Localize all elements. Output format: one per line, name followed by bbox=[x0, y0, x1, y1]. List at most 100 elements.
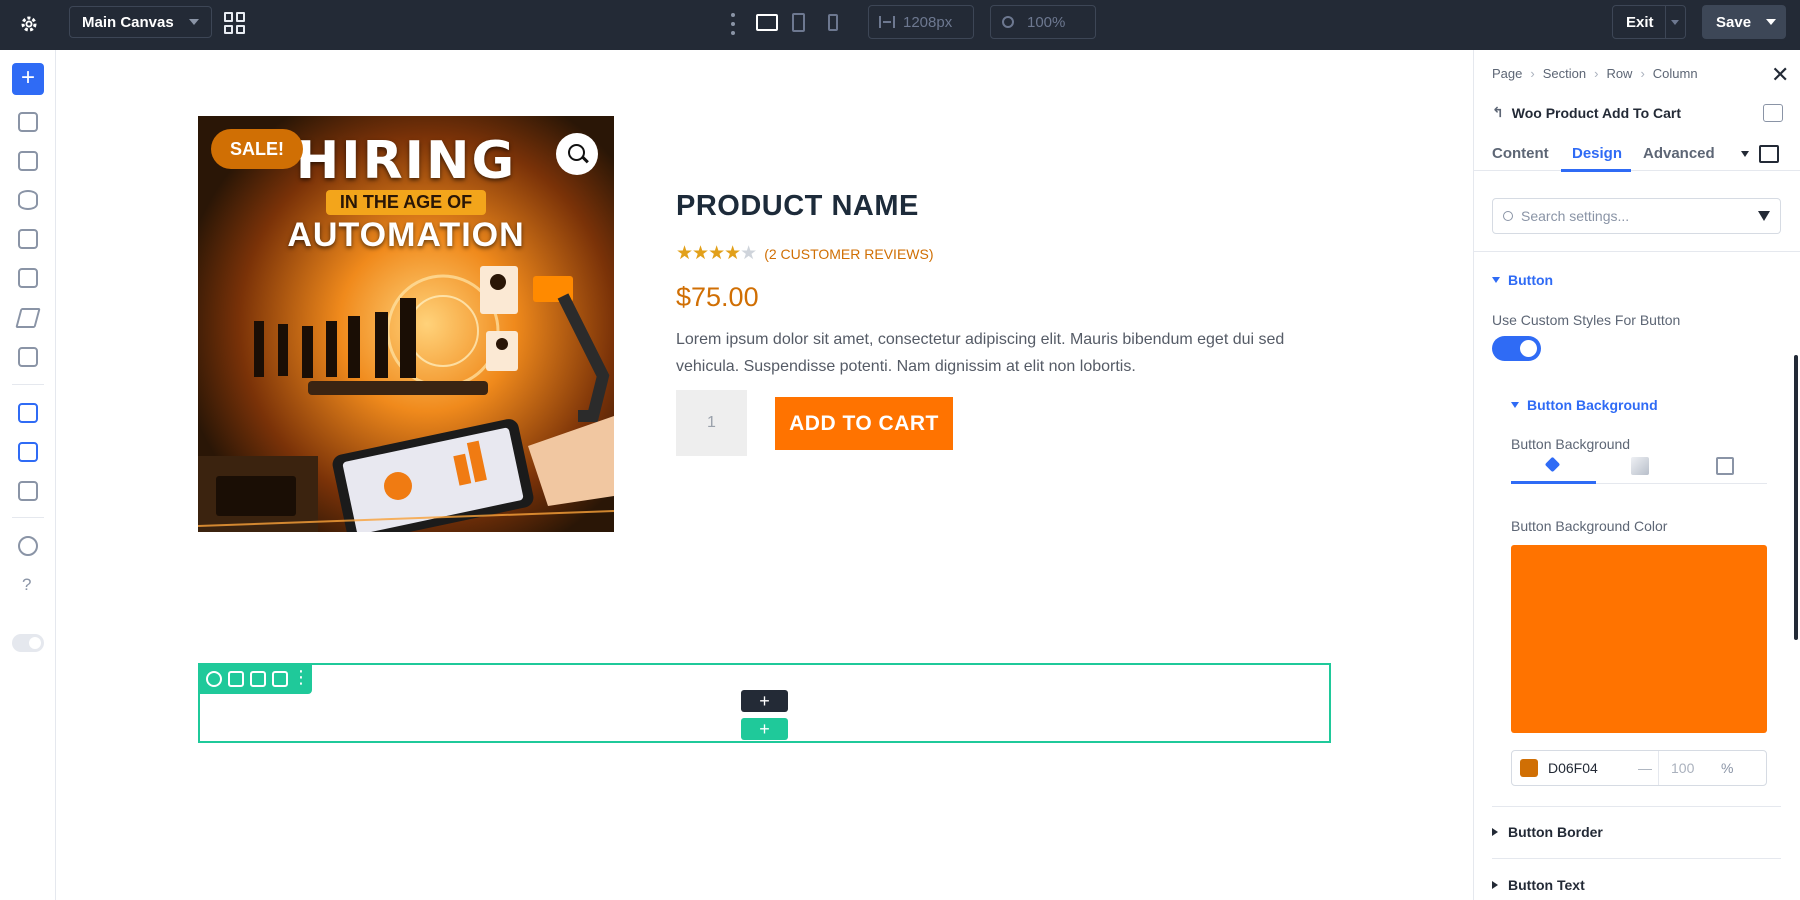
top-toolbar: Main Canvas 1208px 100% Exit Save bbox=[0, 0, 1800, 50]
background-type-tabs bbox=[1511, 452, 1767, 484]
gradient-icon[interactable] bbox=[1631, 457, 1649, 475]
tab-content[interactable]: Content bbox=[1492, 145, 1549, 162]
subgroup-background-label: Button Background bbox=[1527, 397, 1658, 413]
use-custom-styles-toggle[interactable] bbox=[1492, 336, 1541, 361]
chevron-right-icon: › bbox=[1530, 66, 1535, 81]
zoom-icon bbox=[1002, 16, 1014, 28]
product-price: $75.00 bbox=[676, 282, 759, 312]
caret-down-icon bbox=[1511, 402, 1519, 408]
product-image[interactable]: HIRING IN THE AGE OF AUTOMATION SALE! bbox=[198, 116, 614, 532]
chevron-down-icon bbox=[189, 19, 199, 25]
tabs-dropdown-icon[interactable] bbox=[1741, 151, 1749, 157]
width-icon bbox=[879, 16, 895, 28]
close-icon[interactable]: ✕ bbox=[1771, 62, 1789, 88]
exit-button[interactable]: Exit bbox=[1612, 5, 1686, 39]
image-title-line2: IN THE AGE OF bbox=[325, 190, 487, 215]
sale-badge: SALE! bbox=[211, 129, 303, 169]
settings-gear-icon[interactable] bbox=[18, 13, 40, 35]
zoom-value: 100% bbox=[1027, 13, 1066, 31]
subgroup-background-toggle[interactable]: Button Background bbox=[1511, 397, 1658, 413]
breadcrumb-section[interactable]: Section bbox=[1543, 66, 1586, 81]
dark-mode-toggle[interactable] bbox=[12, 634, 44, 652]
rating-stars: ★★★★★ bbox=[676, 243, 757, 264]
phone-view-icon[interactable] bbox=[828, 14, 838, 31]
caret-right-icon bbox=[1492, 881, 1498, 889]
group-border-label: Button Border bbox=[1508, 824, 1603, 840]
filter-icon[interactable] bbox=[1758, 211, 1770, 221]
breadcrumb-row[interactable]: Row bbox=[1606, 66, 1632, 81]
color-clear[interactable]: — bbox=[1638, 760, 1658, 776]
add-module-button[interactable]: + bbox=[12, 63, 44, 95]
reviews-link[interactable]: (2 CUSTOMER REVIEWS) bbox=[764, 246, 933, 262]
section-toolbar bbox=[198, 663, 312, 694]
zoom-field[interactable]: 100% bbox=[990, 5, 1096, 39]
opacity-value[interactable]: 100 bbox=[1671, 760, 1721, 776]
canvas-width-field[interactable]: 1208px bbox=[868, 5, 974, 39]
desktop-view-icon[interactable] bbox=[756, 14, 778, 31]
image-icon[interactable] bbox=[1716, 457, 1734, 475]
group-text-toggle[interactable]: Button Text bbox=[1492, 877, 1585, 893]
lightning-icon[interactable] bbox=[15, 308, 41, 328]
preview-icon[interactable] bbox=[18, 481, 38, 501]
layers-icon[interactable] bbox=[18, 112, 38, 132]
color-value-field[interactable]: D06F04 — 100 % bbox=[1511, 750, 1767, 786]
canvas-width-value: 1208px bbox=[903, 13, 953, 31]
theme-builder-icon[interactable] bbox=[18, 151, 38, 171]
background-label: Button Background bbox=[1511, 436, 1631, 452]
opacity-unit: % bbox=[1721, 760, 1734, 776]
tablet-view-icon[interactable] bbox=[792, 13, 805, 32]
color-preview-swatch[interactable] bbox=[1511, 545, 1767, 733]
product-rating: ★★★★★ (2 CUSTOMER REVIEWS) bbox=[676, 242, 934, 265]
add-to-cart-button[interactable]: ADD TO CART bbox=[775, 397, 953, 450]
more-options-icon[interactable] bbox=[730, 13, 736, 35]
group-border-toggle[interactable]: Button Border bbox=[1492, 824, 1603, 840]
layout-grid-icon[interactable] bbox=[224, 12, 246, 34]
search-icon bbox=[1503, 211, 1513, 221]
save-button[interactable]: Save bbox=[1702, 5, 1786, 39]
section-delete-icon[interactable] bbox=[272, 670, 288, 687]
tab-design[interactable]: Design bbox=[1572, 145, 1622, 162]
module-options-icon[interactable] bbox=[1763, 104, 1783, 122]
use-custom-styles-label: Use Custom Styles For Button bbox=[1492, 312, 1681, 328]
group-button-toggle[interactable]: Button bbox=[1492, 272, 1553, 288]
add-row-button[interactable]: + bbox=[741, 690, 788, 712]
forms-icon[interactable] bbox=[18, 229, 38, 249]
tools-icon[interactable] bbox=[18, 536, 38, 556]
canvas-select[interactable]: Main Canvas bbox=[69, 6, 212, 38]
color-hex-value[interactable]: D06F04 bbox=[1548, 760, 1638, 776]
caret-right-icon bbox=[1492, 828, 1498, 836]
section-more-icon[interactable] bbox=[292, 667, 310, 688]
select-element-icon[interactable] bbox=[18, 403, 38, 423]
database-icon[interactable] bbox=[18, 190, 38, 210]
breadcrumb-column[interactable]: Column bbox=[1653, 66, 1698, 81]
color-chip[interactable] bbox=[1520, 759, 1538, 777]
image-title-line3: AUTOMATION bbox=[287, 216, 525, 254]
background-color-label: Button Background Color bbox=[1511, 518, 1668, 534]
image-zoom-icon[interactable] bbox=[556, 133, 598, 175]
section-settings-icon[interactable] bbox=[206, 670, 222, 687]
group-text-label: Button Text bbox=[1508, 877, 1585, 893]
paint-bucket-icon[interactable] bbox=[1545, 457, 1563, 475]
editor-canvas: HIRING IN THE AGE OF AUTOMATION SALE! PR… bbox=[57, 50, 1473, 900]
quantity-input[interactable]: 1 bbox=[676, 390, 747, 456]
settings-search-input[interactable]: Search settings... bbox=[1492, 198, 1781, 234]
chevron-right-icon: › bbox=[1594, 66, 1599, 81]
breadcrumb-page[interactable]: Page bbox=[1492, 66, 1522, 81]
section-columns-icon[interactable] bbox=[250, 670, 266, 687]
pages-icon[interactable] bbox=[18, 268, 38, 288]
left-sidebar: + ? bbox=[0, 50, 56, 900]
save-dropdown-icon[interactable] bbox=[1766, 19, 1776, 25]
expand-panel-icon[interactable] bbox=[1759, 145, 1779, 163]
multi-select-icon[interactable] bbox=[18, 442, 38, 462]
templates-icon[interactable] bbox=[18, 347, 38, 367]
search-placeholder: Search settings... bbox=[1521, 208, 1630, 224]
settings-panel: Page › Section › Row › Column ✕ ↰ Woo Pr… bbox=[1473, 50, 1800, 900]
add-section-button[interactable]: + bbox=[741, 718, 788, 740]
back-arrow-icon[interactable]: ↰ bbox=[1492, 104, 1504, 121]
help-icon[interactable]: ? bbox=[22, 575, 31, 595]
section-duplicate-icon[interactable] bbox=[228, 670, 244, 687]
caret-down-icon bbox=[1492, 277, 1500, 283]
tab-advanced[interactable]: Advanced bbox=[1643, 145, 1715, 162]
exit-dropdown-icon[interactable] bbox=[1671, 20, 1679, 25]
panel-scrollbar[interactable] bbox=[1794, 355, 1798, 640]
